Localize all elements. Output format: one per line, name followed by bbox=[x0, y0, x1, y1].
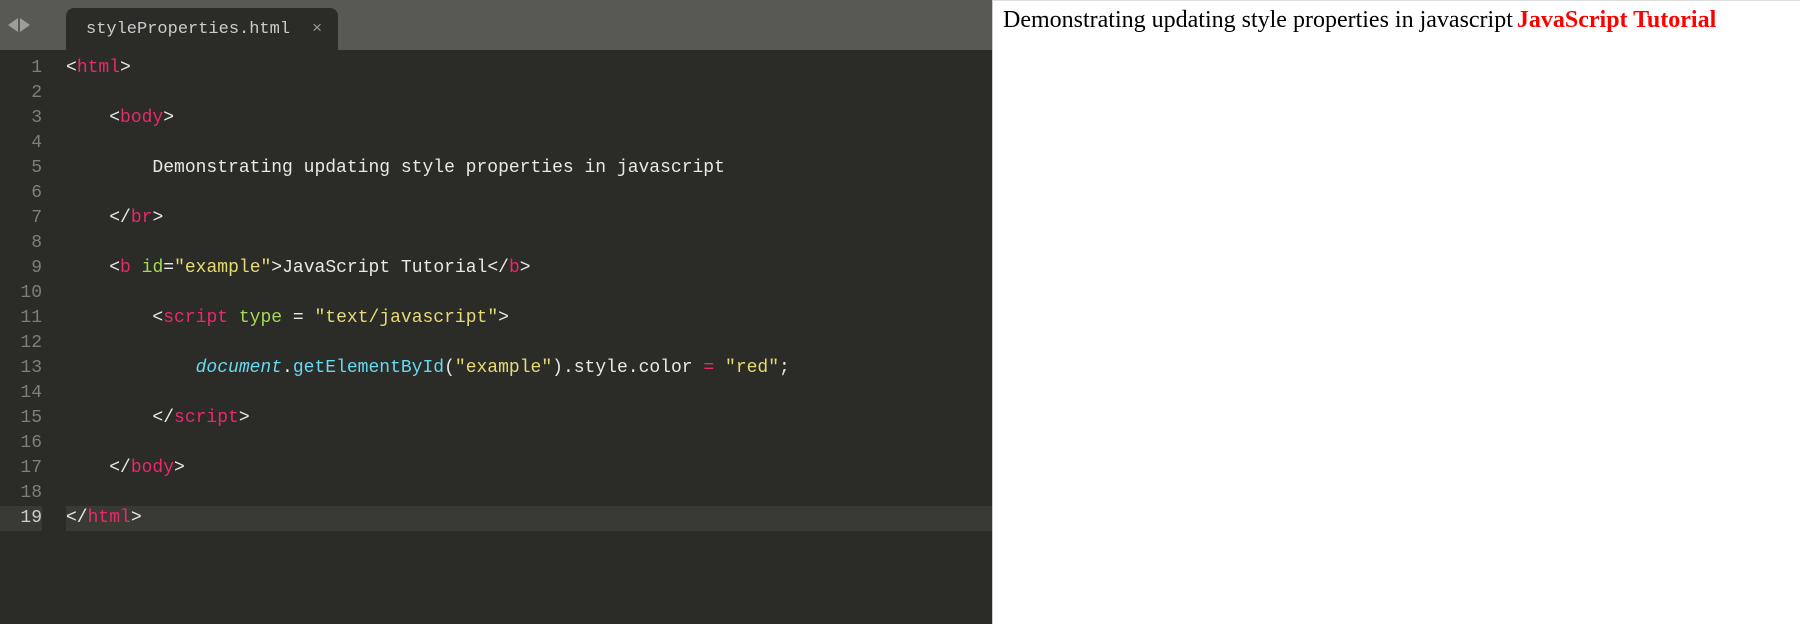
code-line: <body> bbox=[66, 106, 992, 131]
code-line bbox=[66, 431, 992, 456]
line-number: 7 bbox=[0, 206, 42, 231]
code-line: </br> bbox=[66, 206, 992, 231]
code-area[interactable]: 12345678910111213141516171819 <html> <bo… bbox=[0, 50, 992, 624]
file-tab[interactable]: styleProperties.html × bbox=[66, 8, 338, 50]
code-line: <script type = "text/javascript"> bbox=[66, 306, 992, 331]
line-number: 13 bbox=[0, 356, 42, 381]
code-line: </body> bbox=[66, 456, 992, 481]
line-number-gutter: 12345678910111213141516171819 bbox=[0, 56, 52, 624]
line-number: 8 bbox=[0, 231, 42, 256]
tab-bar: styleProperties.html × bbox=[0, 0, 992, 50]
line-number: 17 bbox=[0, 456, 42, 481]
code-line: <html> bbox=[66, 56, 992, 81]
line-number: 12 bbox=[0, 331, 42, 356]
tab-filename: styleProperties.html bbox=[86, 20, 290, 39]
line-number: 10 bbox=[0, 281, 42, 306]
code-line bbox=[66, 331, 992, 356]
code-line: Demonstrating updating style properties … bbox=[66, 156, 992, 181]
nav-forward-icon[interactable] bbox=[20, 18, 30, 32]
line-number: 9 bbox=[0, 256, 42, 281]
nav-back-icon[interactable] bbox=[8, 18, 18, 32]
line-number: 5 bbox=[0, 156, 42, 181]
code-line: document.getElementById("example").style… bbox=[66, 356, 992, 381]
line-number: 2 bbox=[0, 81, 42, 106]
close-icon[interactable]: × bbox=[312, 20, 322, 39]
line-number: 6 bbox=[0, 181, 42, 206]
code-line bbox=[66, 81, 992, 106]
line-number: 4 bbox=[0, 131, 42, 156]
code-line: </script> bbox=[66, 406, 992, 431]
line-number: 18 bbox=[0, 481, 42, 506]
line-number: 14 bbox=[0, 381, 42, 406]
line-number: 11 bbox=[0, 306, 42, 331]
line-number: 3 bbox=[0, 106, 42, 131]
code-line bbox=[66, 481, 992, 506]
preview-bold-text: JavaScript Tutorial bbox=[1517, 7, 1716, 33]
code-line bbox=[66, 231, 992, 256]
line-number: 16 bbox=[0, 431, 42, 456]
code-content[interactable]: <html> <body> Demonstrating updating sty… bbox=[52, 56, 992, 624]
code-line bbox=[66, 181, 992, 206]
code-line bbox=[66, 281, 992, 306]
editor-pane: styleProperties.html × 12345678910111213… bbox=[0, 0, 992, 624]
nav-arrows bbox=[0, 0, 38, 50]
code-line: </html> bbox=[66, 506, 992, 531]
code-line: <b id="example">JavaScript Tutorial</b> bbox=[66, 256, 992, 281]
code-line bbox=[66, 131, 992, 156]
line-number: 15 bbox=[0, 406, 42, 431]
line-number: 19 bbox=[0, 506, 42, 531]
line-number: 1 bbox=[0, 56, 42, 81]
code-line bbox=[66, 381, 992, 406]
preview-pane: Demonstrating updating style properties … bbox=[992, 0, 1800, 624]
preview-text: Demonstrating updating style properties … bbox=[1003, 7, 1513, 33]
